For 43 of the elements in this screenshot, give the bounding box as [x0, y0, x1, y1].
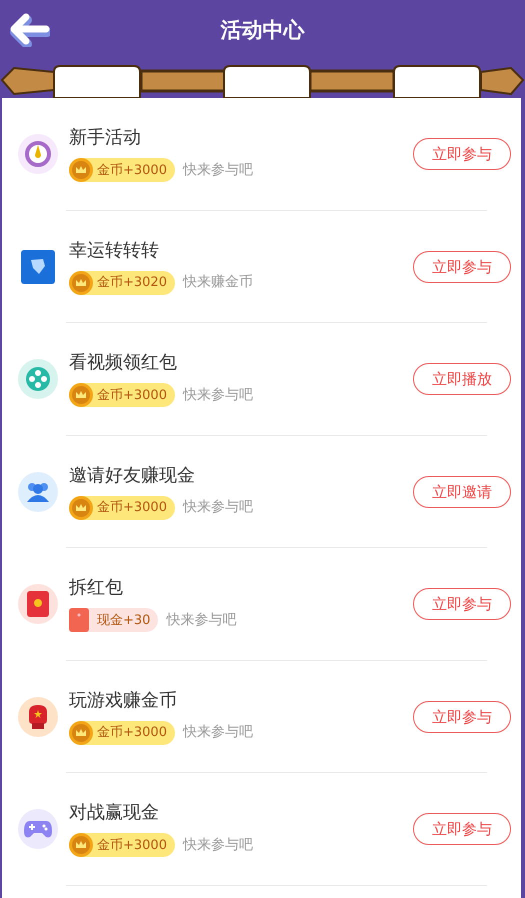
join-button[interactable]: 立即参与 [413, 813, 511, 846]
film-reel-icon [25, 366, 51, 392]
activity-subtitle: 快来参与吧 [182, 386, 253, 405]
crown-coin-icon [69, 833, 93, 858]
join-button[interactable]: 立即参与 [413, 250, 511, 283]
reward-badge: 金币+3000 [69, 383, 175, 408]
crown-coin-icon [69, 383, 93, 408]
envelope-icon [27, 591, 49, 618]
activity-title: 对战赢现金 [69, 801, 159, 826]
activity-title: 玩游戏赚金币 [69, 688, 177, 713]
activity-subtitle: 快来赚金币 [182, 273, 253, 292]
activity-title: 幸运转转转 [69, 238, 159, 263]
page-title: 活动中心 [220, 17, 304, 44]
tile-icon [21, 250, 55, 284]
crown-coin-icon [69, 496, 93, 520]
back-button[interactable] [10, 12, 50, 48]
reward-badge: 金币+3000 [69, 720, 175, 745]
reward-badge: 现金+30 [69, 608, 158, 632]
cash-envelope-icon [69, 608, 89, 632]
reward-badge: 金币+3000 [69, 496, 175, 520]
activity-subtitle: 快来参与吧 [182, 723, 253, 742]
activity-subtitle: 快来参与吧 [182, 836, 253, 855]
activity-title: 看视频领红包 [69, 351, 177, 376]
join-button[interactable]: 立即参与 [413, 138, 511, 170]
reward-badge: 金币+3000 [69, 833, 175, 858]
activity-subtitle: 快来参与吧 [166, 610, 236, 630]
crown-coin-icon [69, 158, 93, 182]
activity-subtitle: 快来参与吧 [182, 160, 253, 180]
activity-title: 新手活动 [69, 126, 141, 150]
reward-badge: 金币+3020 [69, 270, 175, 295]
reward-badge: 金币+3000 [69, 158, 175, 182]
join-button[interactable]: 立即参与 [413, 700, 511, 733]
join-button[interactable]: 立即播放 [413, 363, 511, 396]
boxing-glove-icon [26, 704, 50, 730]
gamepad-icon [24, 819, 52, 840]
activity-title: 拆红包 [69, 576, 123, 600]
join-button[interactable]: 立即参与 [413, 588, 511, 620]
activity-title: 邀请好友赚现金 [69, 464, 195, 488]
activity-subtitle: 快来参与吧 [182, 498, 253, 518]
target-icon [25, 141, 51, 168]
crown-coin-icon [69, 270, 93, 295]
crown-coin-icon [69, 720, 93, 745]
join-button[interactable]: 立即邀请 [413, 476, 511, 508]
